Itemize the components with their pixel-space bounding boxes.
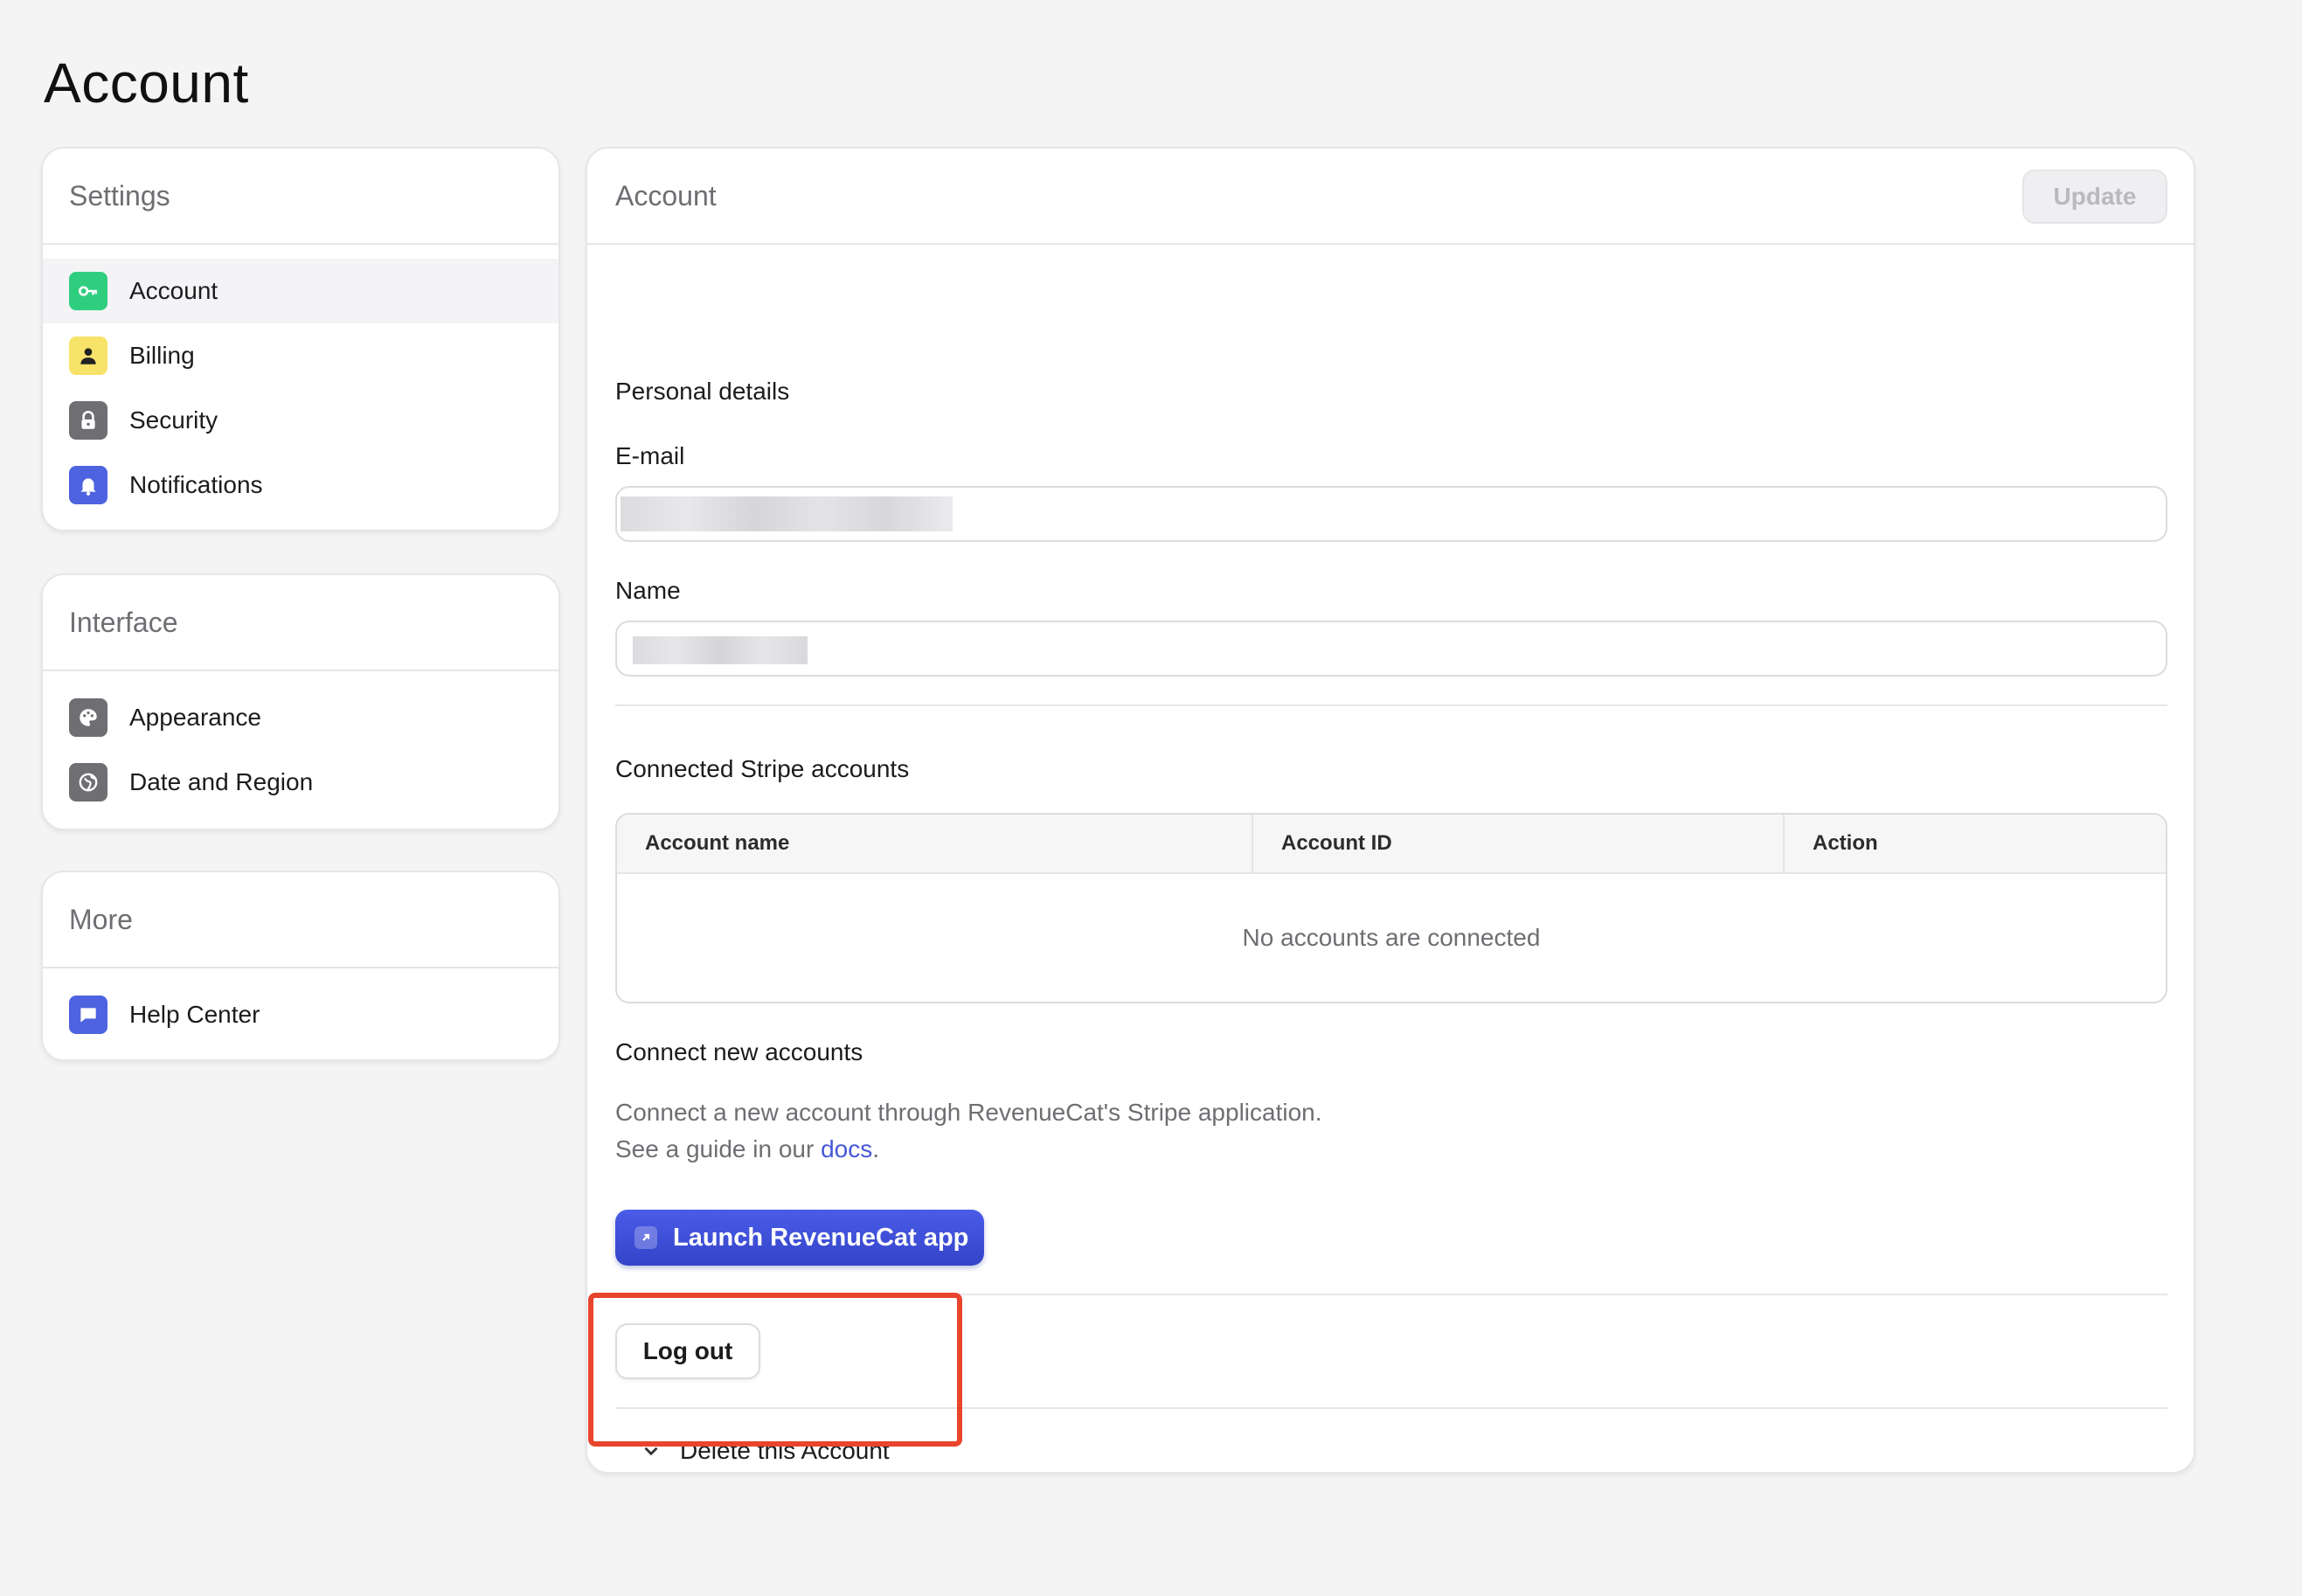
globe-icon bbox=[69, 763, 107, 801]
interface-card: Interface Appearance Date and Region bbox=[41, 573, 560, 830]
chat-icon bbox=[69, 996, 107, 1034]
stripe-accounts-table: Account name Account ID Action No accoun… bbox=[615, 813, 2167, 1003]
sidebar-item-label: Notifications bbox=[129, 471, 263, 498]
settings-card: Settings Account Billing Security Notifi… bbox=[41, 147, 560, 531]
name-label: Name bbox=[615, 577, 681, 604]
lock-icon bbox=[69, 401, 107, 440]
column-account-name: Account name bbox=[617, 815, 1253, 872]
delete-account-label: Delete this Account bbox=[680, 1437, 890, 1464]
more-heading: More bbox=[43, 872, 558, 968]
sidebar-item-label: Date and Region bbox=[129, 768, 314, 795]
sidebar-item-security[interactable]: Security bbox=[43, 388, 558, 453]
docs-suffix: . bbox=[872, 1135, 879, 1162]
sidebar-item-label: Appearance bbox=[129, 704, 262, 731]
personal-details-heading: Personal details bbox=[615, 378, 790, 405]
sidebar-item-billing[interactable]: Billing bbox=[43, 323, 558, 388]
redacted-name bbox=[633, 636, 808, 664]
name-field[interactable] bbox=[615, 621, 2167, 677]
panel-title: Account bbox=[615, 179, 717, 212]
sidebar-item-label: Security bbox=[129, 406, 218, 434]
key-icon bbox=[69, 272, 107, 310]
sidebar-item-label: Help Center bbox=[129, 1001, 260, 1028]
update-button[interactable]: Update bbox=[2022, 170, 2167, 224]
table-empty-message: No accounts are connected bbox=[1242, 924, 1541, 951]
divider bbox=[615, 1407, 2167, 1409]
email-field[interactable] bbox=[615, 486, 2167, 542]
sidebar-item-label: Account bbox=[129, 277, 218, 304]
settings-heading: Settings bbox=[43, 149, 558, 245]
redacted-email bbox=[621, 496, 953, 531]
email-label: E-mail bbox=[615, 442, 685, 469]
connect-description-line2: See a guide in our docs. bbox=[615, 1131, 1322, 1168]
sidebar-item-account[interactable]: Account bbox=[43, 259, 558, 323]
sidebar-item-date-region[interactable]: Date and Region bbox=[43, 750, 558, 815]
sidebar-item-help-center[interactable]: Help Center bbox=[43, 982, 558, 1047]
logout-button[interactable]: Log out bbox=[615, 1323, 760, 1379]
docs-prefix: See a guide in our bbox=[615, 1135, 822, 1162]
connect-heading: Connect new accounts bbox=[615, 1038, 863, 1065]
sidebar-item-notifications[interactable]: Notifications bbox=[43, 453, 558, 517]
external-link-icon bbox=[634, 1226, 657, 1249]
docs-link[interactable]: docs bbox=[821, 1135, 872, 1162]
column-action: Action bbox=[1813, 831, 1878, 855]
divider bbox=[615, 704, 2167, 706]
delete-account-toggle[interactable]: Delete this Account bbox=[640, 1437, 890, 1465]
chevron-down-icon bbox=[644, 1447, 658, 1456]
column-account-id: Account ID bbox=[1253, 815, 1785, 872]
sidebar-item-appearance[interactable]: Appearance bbox=[43, 685, 558, 750]
bell-icon bbox=[69, 466, 107, 504]
interface-heading: Interface bbox=[43, 575, 558, 671]
account-panel: Account Update Personal details E-mail N… bbox=[586, 147, 2195, 1474]
sidebar-item-label: Billing bbox=[129, 342, 195, 369]
person-icon bbox=[69, 337, 107, 375]
page-title: Account bbox=[44, 52, 249, 114]
connect-description: Connect a new account through RevenueCat… bbox=[615, 1094, 1322, 1168]
launch-label: Launch RevenueCat app bbox=[673, 1223, 969, 1252]
stripe-heading: Connected Stripe accounts bbox=[615, 755, 910, 782]
connect-description-line1: Connect a new account through RevenueCat… bbox=[615, 1099, 1322, 1126]
divider bbox=[615, 1294, 2167, 1295]
more-card: More Help Center bbox=[41, 871, 560, 1061]
launch-revenuecat-button[interactable]: Launch RevenueCat app bbox=[615, 1210, 984, 1266]
palette-icon bbox=[69, 698, 107, 737]
